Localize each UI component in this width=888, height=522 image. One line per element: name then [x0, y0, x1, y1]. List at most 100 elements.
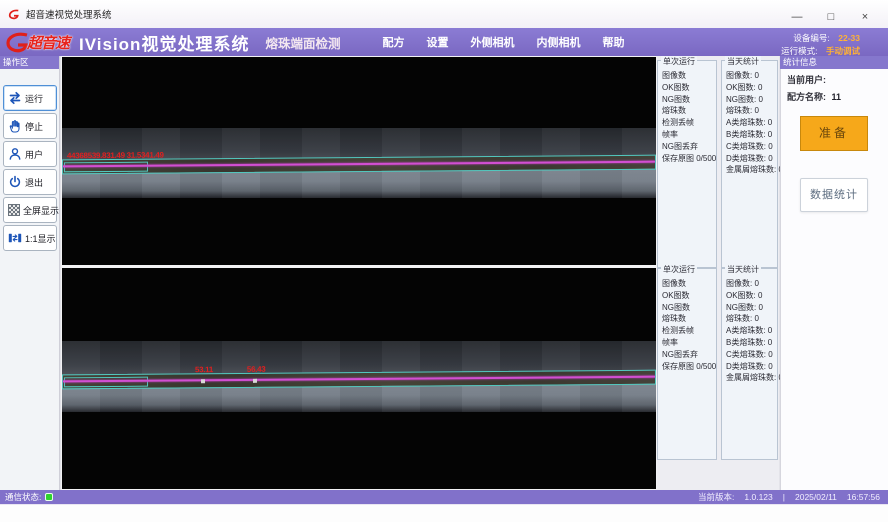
window-bottom-edge [0, 504, 888, 522]
stat-row: 保存原图 0/500 [658, 361, 716, 373]
stat-row: OK图数: 0 [722, 82, 777, 94]
brand-name: 超音速 [27, 32, 69, 53]
stat-row: B类熔珠数: 0 [722, 129, 777, 141]
single-run-title: 单次运行 [661, 264, 697, 275]
power-icon [8, 175, 22, 189]
status-divider: | [783, 492, 785, 502]
camera-panel-inner: 53.11 56.43 [62, 268, 656, 489]
one-to-one-button[interactable]: 1:1显示 [3, 225, 57, 251]
exit-button-label: 退出 [25, 176, 43, 189]
stat-row: 检测丢帧 [658, 325, 716, 337]
operation-area-title: 操作区 [0, 56, 59, 69]
stat-row: 图像数: 0 [722, 70, 777, 82]
stat-row: 检测丢帧 [658, 117, 716, 129]
statistics-column: 单次运行 图像数OK图数NG图数熔珠数检测丢帧帧率NG图丢弃保存原图 0/500… [657, 56, 779, 490]
title-bar: 超音速视觉处理系统 — □ × [0, 0, 888, 28]
run-mode-label: 运行模式: [781, 46, 817, 56]
device-number-label: 设备编号: [793, 33, 829, 43]
stat-row: NG图数 [658, 302, 716, 314]
status-date: 2025/02/11 [795, 492, 837, 502]
stat-row: 保存原图 0/500 [658, 153, 716, 165]
menu-item[interactable]: 设置 [426, 34, 448, 50]
camera1-measurement-text: 44368539.831.49 31.5341.49 [67, 151, 164, 161]
stat-row: NG图数 [658, 94, 716, 106]
daily-stats-title: 当天统计 [725, 56, 761, 67]
stat-row: OK图数 [658, 82, 716, 94]
header-bar: 超音速 IVision视觉处理系统 熔珠端面检测 配方设置外侧相机内侧相机帮助 … [0, 28, 888, 56]
stat-row: 熔珠数 [658, 313, 716, 325]
camera-viewport: 44368539.831.49 31.5341.49 53.11 56.43 [61, 56, 657, 490]
window-title: 超音速视觉处理系统 [26, 7, 112, 21]
fullscreen-button[interactable]: 全屏显示 [3, 197, 57, 223]
maximize-button[interactable]: □ [822, 10, 840, 26]
camera1-stats: 单次运行 图像数OK图数NG图数熔珠数检测丢帧帧率NG图丢弃保存原图 0/500… [657, 60, 779, 268]
daily-stats-title: 当天统计 [725, 264, 761, 275]
camera2-single-run-group: 单次运行 图像数OK图数NG图数熔珠数检测丢帧帧率NG图丢弃保存原图 0/500 [657, 268, 717, 460]
recipe-name-row: 配方名称: 11 [781, 90, 888, 103]
run-mode-value: 手动调试 [826, 46, 860, 56]
stat-row: 金属屑熔珠数: 0 [722, 372, 777, 384]
camera2-stats: 单次运行 图像数OK图数NG图数熔珠数检测丢帧帧率NG图丢弃保存原图 0/500… [657, 268, 779, 460]
stat-row: 帧率 [658, 337, 716, 349]
menu-item[interactable]: 帮助 [602, 34, 624, 50]
close-button[interactable]: × [856, 10, 874, 26]
camera2-defect-mark-2 [253, 379, 257, 383]
menu-item[interactable]: 内侧相机 [536, 34, 580, 50]
user-icon [8, 147, 22, 161]
app-logo-icon [8, 8, 20, 20]
stat-row: NG图数: 0 [722, 94, 777, 106]
stop-button-label: 停止 [25, 120, 43, 133]
camera2-defect-mark-1 [201, 379, 205, 383]
one-to-one-icon [8, 231, 22, 245]
stat-row: C类熔珠数: 0 [722, 349, 777, 361]
stat-row: 图像数: 0 [722, 278, 777, 290]
stat-row: NG图丢弃 [658, 349, 716, 361]
status-time: 16:57:56 [847, 492, 880, 502]
single-run-title: 单次运行 [661, 56, 697, 67]
current-user-row: 当前用户: [781, 73, 888, 86]
camera2-measure-line [63, 376, 655, 383]
one-to-one-button-label: 1:1显示 [25, 232, 56, 245]
camera-panel-outer: 44368539.831.49 31.5341.49 [62, 57, 656, 265]
stat-row: B类熔珠数: 0 [722, 337, 777, 349]
fullscreen-icon [8, 204, 20, 216]
data-statistics-button[interactable]: 数据统计 [800, 178, 868, 212]
operation-sidebar: 操作区 运行 停止 用户 [0, 56, 60, 490]
camera1-single-run-group: 单次运行 图像数OK图数NG图数熔珠数检测丢帧帧率NG图丢弃保存原图 0/500 [657, 60, 717, 268]
stat-row: D类熔珠数: 0 [722, 361, 777, 373]
version-value: 1.0.123 [744, 492, 772, 502]
info-panel-title: 统计信息 [780, 56, 888, 69]
stat-row: A类熔珠数: 0 [722, 325, 777, 337]
info-panel: 统计信息 当前用户: 配方名称: 11 准备 数据统计 [780, 56, 888, 490]
ready-button[interactable]: 准备 [800, 116, 868, 151]
stat-row: OK图数 [658, 290, 716, 302]
fullscreen-button-label: 全屏显示 [23, 204, 59, 217]
run-button[interactable]: 运行 [3, 85, 57, 111]
menu-item[interactable]: 外侧相机 [470, 34, 514, 50]
version-label: 当前版本: [698, 491, 734, 503]
app-window: 超音速视觉处理系统 — □ × 超音速 IVision视觉处理系统 熔珠端面检测… [0, 0, 888, 522]
status-bar: 通信状态: 当前版本: 1.0.123 | 2025/02/11 16:57:5… [0, 490, 888, 504]
stat-row: 帧率 [658, 129, 716, 141]
device-info: 设备编号: 22-33 运行模式: 手动调试 [781, 31, 860, 57]
stat-row: OK图数: 0 [722, 290, 777, 302]
stat-row: 熔珠数 [658, 105, 716, 117]
stop-hand-icon [8, 119, 22, 133]
app-title: IVision视觉处理系统 [79, 30, 249, 55]
stat-row: NG图丢弃 [658, 141, 716, 153]
minimize-button[interactable]: — [788, 10, 806, 26]
stop-button[interactable]: 停止 [3, 113, 57, 139]
device-number-value: 22-33 [838, 33, 860, 43]
app-subtitle: 熔珠端面检测 [265, 33, 340, 52]
user-button[interactable]: 用户 [3, 141, 57, 167]
menu-item[interactable]: 配方 [382, 34, 404, 50]
recipe-name-label: 配方名称: [787, 92, 826, 102]
stat-row: D类熔珠数: 0 [722, 153, 777, 165]
run-button-label: 运行 [25, 92, 43, 105]
brand-logo: 超音速 [5, 30, 69, 54]
exit-button[interactable]: 退出 [3, 169, 57, 195]
stat-row: 图像数 [658, 70, 716, 82]
main-menu: 配方 设置 外侧相机 内侧相机 帮助 [382, 34, 624, 50]
user-button-label: 用户 [25, 148, 43, 161]
comm-status-label: 通信状态: [5, 491, 41, 503]
